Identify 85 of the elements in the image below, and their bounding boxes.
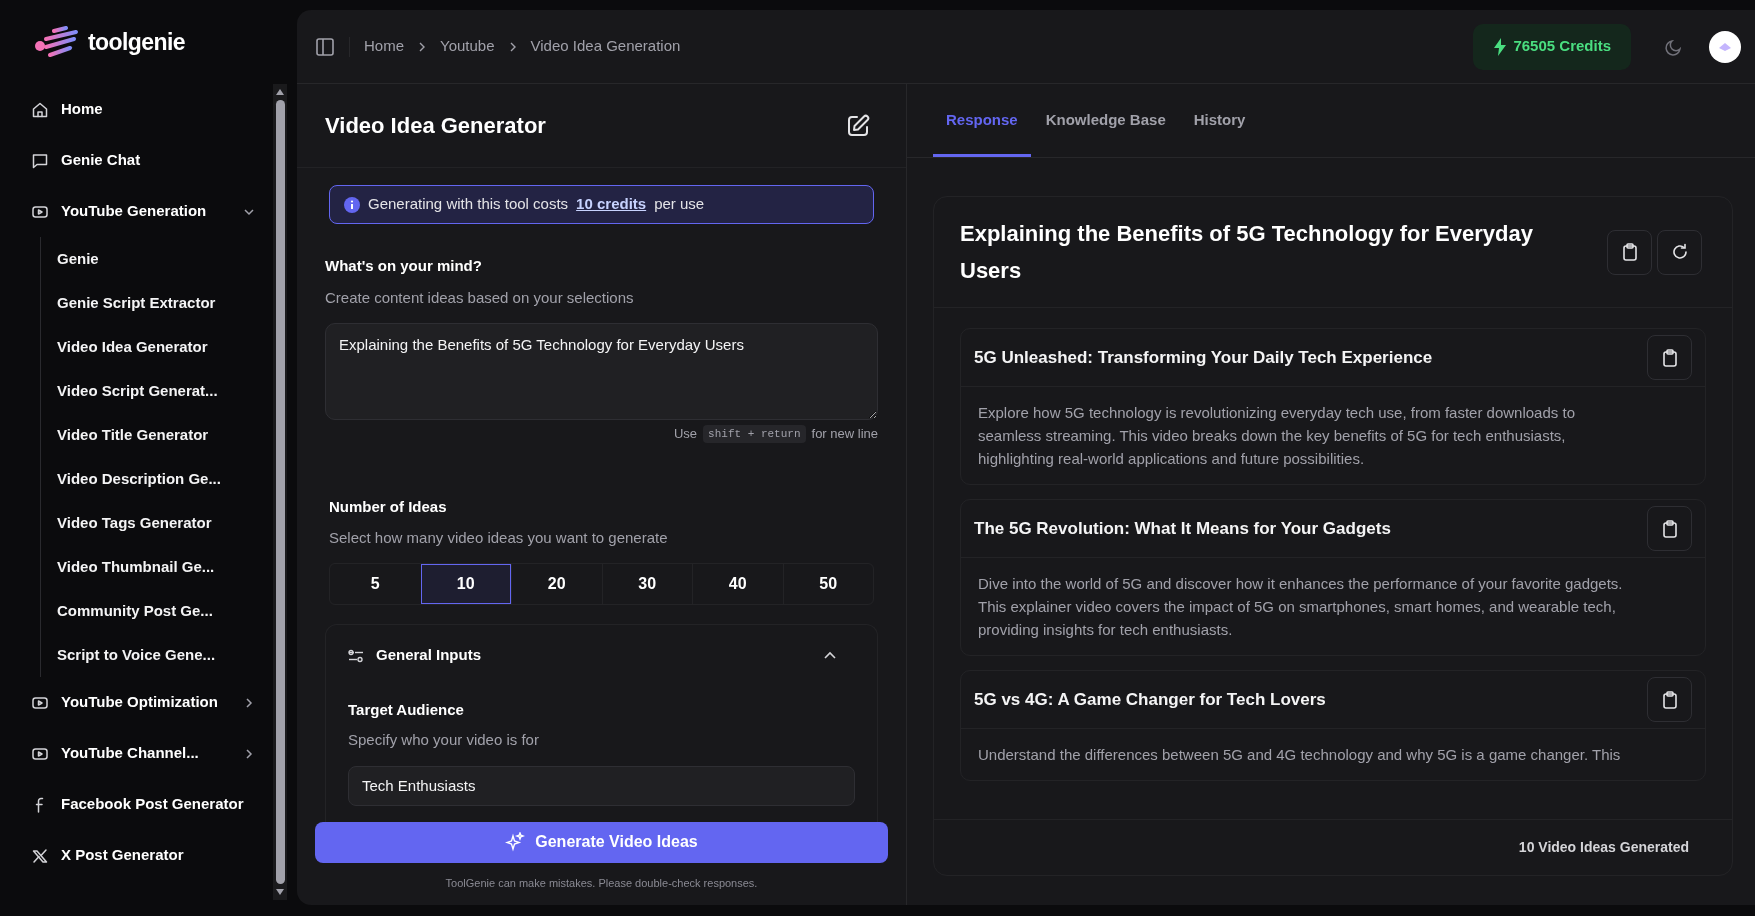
- field-hint: Specify who your video is for: [348, 730, 540, 750]
- nav-subitem[interactable]: Video Tags Generator: [41, 501, 273, 545]
- breadcrumb-link[interactable]: Video Idea Generation: [530, 35, 681, 58]
- field-label: Number of Ideas: [329, 496, 448, 517]
- nav-item[interactable]: Genie Chat: [0, 135, 273, 186]
- edit-icon[interactable]: [846, 113, 870, 138]
- idea-description: Dive into the world of 5G and discover how it enhances the performance of your favorite gadgets. This explainer video covers the impact of 5G on smartphones, smart homes, and wearable tech, providing insights for tech enthusiasts.: [978, 574, 1624, 640]
- tab[interactable]: Knowledge Base: [1032, 84, 1179, 157]
- nav-item[interactable]: YouTube Optimization: [0, 677, 273, 728]
- tab[interactable]: Response: [933, 84, 1031, 157]
- tab[interactable]: History: [1180, 84, 1259, 157]
- scroll-up-icon[interactable]: [275, 88, 285, 96]
- sparkle-icon: [505, 832, 526, 852]
- shortcut-keys: shift + return: [703, 424, 806, 443]
- response-title: Explaining the Benefits of 5G Technology for Everyday Users: [960, 220, 1534, 285]
- idea-description: Explore how 5G technology is revolutionizing everyday tech use, from faster downloads to seamless streaming. This video breaks down the key benefits of 5G for tech enthusiasts, highlighting real-world applications and future possibilities.: [978, 403, 1576, 469]
- shortcut-hint: Use: [673, 425, 698, 443]
- nav-subitem[interactable]: Community Post Ge...: [41, 589, 273, 633]
- scroll-down-icon[interactable]: [275, 888, 285, 896]
- shortcut-hint: for new line: [811, 425, 878, 443]
- nav-subitem[interactable]: Video Description Ge...: [41, 457, 273, 501]
- nav-subitem[interactable]: Video Idea Generator: [41, 325, 273, 369]
- count-option[interactable]: 30: [601, 563, 692, 604]
- field-label: Target Audience: [348, 699, 465, 720]
- generate-button[interactable]: Generate Video Ideas: [315, 821, 888, 863]
- nav-item[interactable]: YouTube Generation: [0, 186, 273, 237]
- lightning-icon: [1493, 37, 1508, 56]
- breadcrumb-separator-icon: [508, 41, 517, 52]
- count-option[interactable]: 5: [330, 563, 421, 604]
- page-title: Video Idea Generator: [325, 112, 546, 140]
- regenerate-button[interactable]: [1657, 229, 1702, 275]
- refresh-icon: [1670, 243, 1689, 261]
- clipboard-icon: [1661, 690, 1678, 709]
- clipboard-icon: [1621, 243, 1638, 261]
- count-option[interactable]: 50: [782, 563, 873, 604]
- nav-item[interactable]: Home: [0, 84, 273, 135]
- prompt-textarea[interactable]: Explaining the Benefits of 5G Technology for Everyday Users: [325, 323, 878, 420]
- text-input[interactable]: Tech Enthusiasts: [348, 765, 855, 806]
- nav-subitem[interactable]: Video Script Generat...: [41, 369, 273, 413]
- home-icon: [31, 100, 49, 119]
- count-option[interactable]: 40: [692, 563, 783, 604]
- field-label: What's on your mind?: [325, 256, 483, 276]
- field-hint: Select how many video ideas you want to generate: [329, 528, 669, 548]
- copy-button[interactable]: [1647, 335, 1692, 380]
- copy-button[interactable]: [1647, 506, 1692, 551]
- breadcrumb-separator-icon: [418, 41, 426, 52]
- breadcrumb-link[interactable]: Home: [364, 35, 404, 58]
- sidebar-toggle-icon[interactable]: [315, 36, 335, 57]
- nav-subitem[interactable]: Genie Script Extractor: [41, 281, 273, 325]
- section-title: General Inputs: [376, 645, 482, 666]
- logo-icon: [32, 26, 80, 58]
- breadcrumb-link[interactable]: Youtube: [440, 35, 495, 58]
- nav-item[interactable]: Facebook Post Generator: [0, 779, 273, 830]
- moon-icon[interactable]: [1665, 37, 1683, 56]
- notice-text: Generating with this tool costs: [368, 194, 569, 215]
- credits-badge[interactable]: 76505 Credits: [1473, 23, 1631, 70]
- notice-text: per use: [654, 194, 705, 215]
- ideas-count-text: 10 Video Ideas Generated: [1518, 838, 1689, 857]
- nav-item[interactable]: YouTube Channel...: [0, 728, 273, 779]
- count-option[interactable]: 20: [511, 563, 602, 604]
- copy-button[interactable]: [1647, 677, 1692, 722]
- sliders-icon: [348, 648, 364, 663]
- nav-subitem[interactable]: Genie: [41, 237, 273, 281]
- scrollbar[interactable]: [273, 84, 287, 900]
- idea-description: Understand the differences between 5G and 4G technology and why 5G is a game changer. This: [978, 745, 1622, 765]
- nav-subitem[interactable]: Video Title Generator: [41, 413, 273, 457]
- user-avatar[interactable]: [1709, 30, 1741, 63]
- idea-title: 5G vs 4G: A Game Changer for Tech Lovers: [974, 688, 1326, 711]
- copy-button[interactable]: [1607, 229, 1652, 275]
- x-logo-icon: [31, 846, 49, 865]
- info-icon: [344, 196, 360, 213]
- disclaimer-text: ToolGenie can make mistakes. Please double-check responses.: [444, 875, 759, 891]
- logo-text: toolgenie: [88, 27, 186, 57]
- nav-subitem[interactable]: Video Thumbnail Ge...: [41, 545, 273, 589]
- nav-item[interactable]: X Post Generator: [0, 830, 273, 881]
- credits-amount: 76505 Credits: [1513, 36, 1611, 57]
- idea-title: The 5G Revolution: What It Means for Your Gadgets: [974, 517, 1391, 540]
- idea-title: 5G Unleashed: Transforming Your Daily Tech Experience: [974, 346, 1433, 369]
- chat-icon: [31, 151, 49, 170]
- clipboard-icon: [1661, 348, 1678, 367]
- count-option[interactable]: 10: [420, 563, 511, 604]
- credits-link[interactable]: 10 credits: [576, 193, 647, 216]
- clipboard-icon: [1661, 519, 1678, 538]
- nav-subitem[interactable]: Script to Voice Gene...: [41, 633, 273, 677]
- field-hint: Create content ideas based on your selections: [325, 287, 635, 308]
